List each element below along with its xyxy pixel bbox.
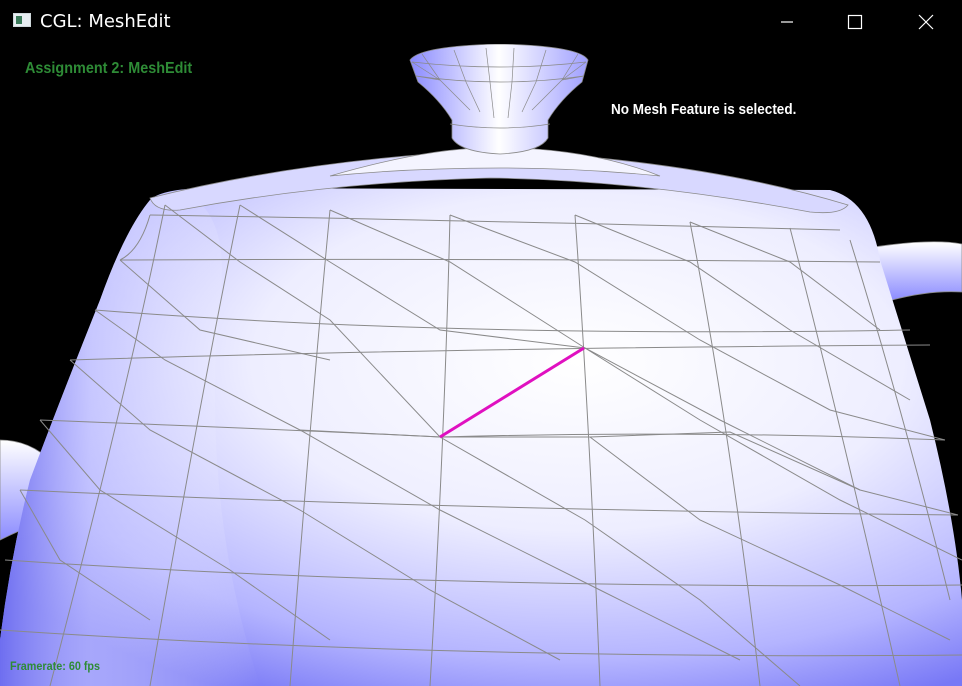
title-bar: CGL: MeshEdit [0, 0, 962, 44]
framerate-readout: Framerate: 60 fps [10, 659, 101, 673]
maximize-icon [847, 14, 863, 30]
render-viewport[interactable] [0, 44, 962, 686]
teapot-lid-knob [409, 44, 589, 155]
close-icon [918, 14, 934, 30]
assignment-title: Assignment 2: MeshEdit [25, 60, 193, 77]
close-button[interactable] [903, 0, 949, 44]
app-icon [13, 13, 31, 27]
window-title: CGL: MeshEdit [40, 11, 171, 32]
minimize-button[interactable] [764, 0, 810, 44]
teapot-mesh[interactable] [0, 44, 962, 686]
maximize-button[interactable] [832, 0, 878, 44]
selection-status: No Mesh Feature is selected. [611, 101, 797, 118]
minimize-icon [781, 21, 793, 23]
